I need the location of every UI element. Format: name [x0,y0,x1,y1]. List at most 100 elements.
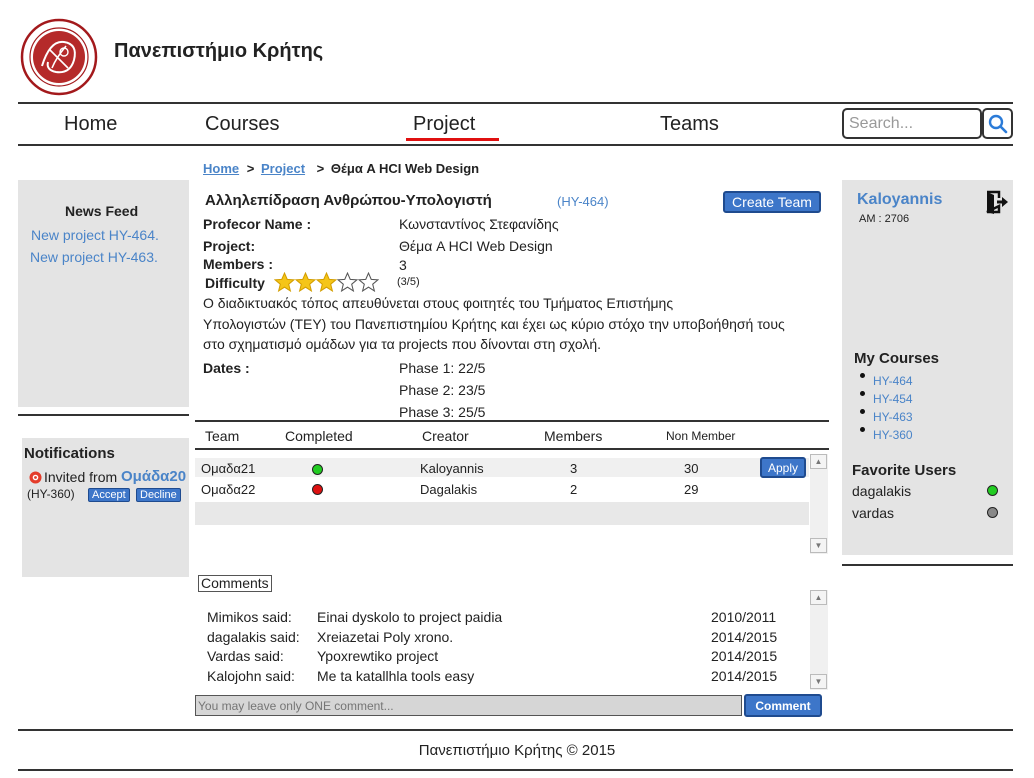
table-row[interactable] [195,458,809,477]
active-nav-indicator [406,138,499,141]
description-line: Ο διαδικτυακός τόπος απευθύνεται στους φ… [203,295,674,311]
nav-divider [18,144,1013,146]
user-panel: Kaloyannis AM : 2706 My Courses HY-464 H… [842,180,1013,555]
team-creator: Dagalakis [420,482,478,497]
professor-label: Profecor Name : [203,216,312,232]
footer-text: Πανεπιστήμιο Κρήτης © 2015 [418,742,616,759]
comment-user: Mimikos said: [207,609,292,625]
comment-text: Xreiazetai Poly xrono. [317,629,454,645]
course-link[interactable]: HY-464 [873,374,913,388]
bullet-icon [860,391,865,396]
comment-user: dagalakis said: [207,629,300,645]
difficulty-stars [274,272,379,292]
logout-icon[interactable] [985,190,1009,214]
status-dot-completed [312,464,323,475]
breadcrumb: Home > Project > Θέμα A HCI Web Design [203,161,479,176]
team-creator: Kaloyannis [420,461,484,476]
scroll-up-icon[interactable]: ▲ [810,590,827,605]
col-header-members: Members [544,428,603,444]
star-filled-icon [295,272,316,292]
search-input[interactable] [844,110,980,137]
comment-year: 2014/2015 [711,668,778,684]
scroll-down-icon[interactable]: ▼ [810,674,827,689]
bullet-icon [860,409,865,414]
comment-input[interactable] [196,696,741,715]
star-filled-icon [274,272,295,292]
breadcrumb-project[interactable]: Project [261,161,305,176]
footer-bottom-divider [18,769,1013,771]
team-members: 3 [570,461,578,476]
teams-list [195,452,809,552]
nav-teams[interactable]: Teams [660,113,719,136]
project-description: Ο διαδικτυακός τόπος απευθύνεται στους φ… [203,293,785,355]
team-link[interactable]: Ομαδα21 [201,461,255,476]
invite-icon [29,471,42,484]
online-status-icon [987,485,998,496]
nav-project[interactable]: Project [413,113,475,136]
comment-year: 2014/2015 [711,629,778,645]
comment-text: Me ta katallhla tools easy [317,668,475,684]
breadcrumb-home[interactable]: Home [203,161,239,176]
team-non-member: 30 [684,461,699,476]
team-link[interactable]: Ομαδα22 [201,482,255,497]
user-am: AM : 2706 [859,213,910,225]
apply-button[interactable]: Apply [760,457,806,478]
team-members: 2 [570,482,578,497]
right-divider [842,564,1013,566]
course-link[interactable]: HY-463 [873,410,913,424]
comment-user: Vardas said: [207,648,284,664]
nav-home[interactable]: Home [64,113,117,136]
project-label: Project: [203,238,256,254]
course-link[interactable]: HY-360 [873,428,913,442]
bullet-icon [860,427,865,432]
difficulty-text: (3/5) [397,276,420,288]
favorites-title: Favorite Users [852,462,957,479]
offline-status-icon [987,507,998,518]
dates-label: Dates : [203,360,250,376]
breadcrumb-separator: > [316,161,325,176]
accept-button[interactable]: Accept [88,488,130,502]
news-feed-title: News Feed [65,203,139,219]
project-value: Θέμα A HCI Web Design [399,238,553,254]
invite-team-link[interactable]: Ομάδα20 [121,468,186,485]
user-name: Kaloyannis [857,191,943,208]
comments-title: Comments [198,575,272,592]
members-value: 3 [399,257,407,273]
status-dot-incomplete [312,484,323,495]
decline-button[interactable]: Decline [136,488,181,502]
left-divider [18,414,189,416]
comment-text: Ypoxrewtiko project [317,648,439,664]
course-title: Αλληλεπίδραση Ανθρώπου-Υπολογιστή [205,192,492,209]
favorite-user[interactable]: vardas [852,505,894,521]
notifications-panel: Notifications Invited from Ομάδα20 (HY-3… [22,438,189,577]
bullet-icon [860,373,865,378]
course-link[interactable]: HY-454 [873,392,913,406]
my-courses-title: My Courses [854,350,940,367]
col-header-completed: Completed [285,428,353,444]
phase-date: Phase 1: 22/5 [399,360,486,376]
description-line: Υπολογιστών (ΤΕΥ) του Πανεπιστημίου Κρήτ… [203,315,785,332]
invite-course: (HY-360) [27,487,75,501]
star-empty-icon [337,272,358,292]
star-empty-icon [358,272,379,292]
scroll-down-icon[interactable]: ▼ [810,538,827,553]
create-team-button[interactable]: Create Team [723,191,821,213]
site-title: Πανεπιστήμιο Κρήτης [114,40,324,62]
university-seal-logo [20,18,98,96]
scroll-up-icon[interactable]: ▲ [810,454,827,469]
col-header-creator: Creator [422,428,469,444]
nav-courses[interactable]: Courses [205,113,279,136]
star-filled-icon [316,272,337,292]
news-item[interactable]: New project HY-464. [31,227,159,243]
favorite-user[interactable]: dagalakis [852,483,911,499]
difficulty-label: Difficulty [205,275,265,291]
comment-submit-button[interactable]: Comment [744,694,822,717]
phase-date: Phase 3: 25/5 [399,404,486,420]
footer-top-divider [18,729,1013,731]
comment-text: Einai dyskolo to project paidia [317,609,503,625]
news-item[interactable]: New project HY-463. [30,249,158,265]
search-icon [988,114,1007,133]
invited-from-text: Invited from [44,469,118,485]
search-button[interactable] [982,108,1013,139]
members-label: Members : [203,256,274,272]
